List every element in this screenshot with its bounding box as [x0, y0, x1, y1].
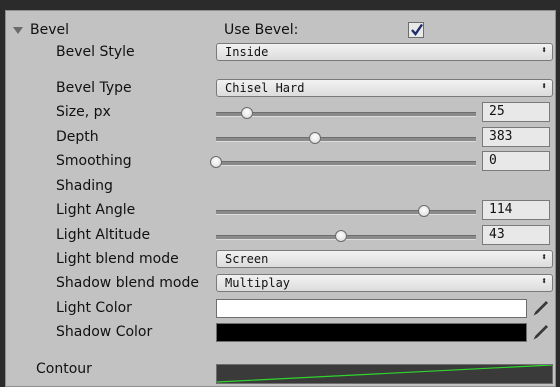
light-angle-row: Light Angle 114	[6, 199, 555, 223]
light-color-label: Light Color	[56, 300, 132, 316]
bevel-type-row: Bevel Type Chisel Hard ⬍	[6, 77, 555, 101]
shading-row: Shading	[6, 175, 555, 199]
light-altitude-value: 43	[489, 227, 505, 242]
bevel-panel: Bevel Use Bevel: Bevel Style Inside ⬍ Be…	[5, 10, 556, 387]
depth-value: 383	[489, 129, 513, 144]
shadow-blend-mode-dropdown[interactable]: Multiplay ⬍	[216, 274, 553, 292]
dropdown-arrows-icon: ⬍	[540, 45, 547, 56]
smoothing-row: Smoothing 0	[6, 150, 555, 174]
use-bevel-label: Use Bevel:	[224, 22, 299, 38]
shadow-blend-mode-row: Shadow blend mode Multiplay ⬍	[6, 272, 555, 296]
smoothing-slider-thumb[interactable]	[210, 156, 222, 168]
shadow-color-label: Shadow Color	[56, 324, 153, 340]
light-altitude-slider[interactable]	[216, 230, 476, 242]
shadow-blend-mode-label: Shadow blend mode	[56, 275, 199, 291]
eyedropper-icon[interactable]	[531, 322, 551, 342]
smoothing-input[interactable]: 0	[482, 151, 550, 171]
smoothing-value: 0	[489, 153, 497, 168]
light-angle-label: Light Angle	[56, 202, 136, 218]
bevel-header-row: Bevel Use Bevel:	[6, 19, 555, 43]
shadow-blend-mode-value: Multiplay	[225, 276, 291, 290]
light-angle-slider[interactable]	[216, 205, 476, 217]
bevel-type-label: Bevel Type	[56, 80, 132, 96]
light-color-row: Light Color	[6, 297, 555, 321]
size-slider[interactable]	[216, 107, 476, 119]
dropdown-arrows-icon: ⬍	[540, 252, 547, 263]
collapse-triangle-icon[interactable]	[13, 27, 23, 34]
section-title: Bevel	[30, 22, 70, 38]
bevel-style-label: Bevel Style	[56, 44, 135, 60]
dropdown-arrows-icon: ⬍	[540, 276, 547, 287]
eyedropper-icon[interactable]	[531, 298, 551, 318]
size-slider-thumb[interactable]	[241, 107, 254, 119]
bevel-type-value: Chisel Hard	[225, 81, 305, 95]
smoothing-slider[interactable]	[210, 156, 476, 168]
light-angle-value: 114	[489, 202, 513, 217]
contour-curve-line	[216, 364, 553, 383]
shadow-color-swatch[interactable]	[216, 323, 527, 342]
size-row: Size, px 25	[6, 101, 555, 125]
dropdown-arrows-icon: ⬍	[540, 81, 547, 92]
bevel-style-dropdown[interactable]: Inside ⬍	[216, 43, 553, 61]
contour-curve	[216, 364, 553, 383]
depth-slider-thumb[interactable]	[308, 132, 321, 144]
smoothing-label: Smoothing	[56, 153, 132, 169]
light-altitude-row: Light Altitude 43	[6, 224, 555, 248]
light-altitude-label: Light Altitude	[56, 227, 151, 243]
light-angle-input[interactable]: 114	[482, 200, 550, 220]
contour-curve-field[interactable]	[216, 364, 553, 384]
bevel-style-value: Inside	[225, 45, 269, 59]
bevel-type-dropdown[interactable]: Chisel Hard ⬍	[216, 79, 553, 97]
light-blend-mode-row: Light blend mode Screen ⬍	[6, 248, 555, 272]
light-color-swatch[interactable]	[216, 299, 527, 318]
depth-label: Depth	[56, 129, 99, 145]
size-value: 25	[489, 104, 505, 119]
light-altitude-input[interactable]: 43	[482, 225, 550, 245]
bevel-style-row: Bevel Style Inside ⬍	[6, 41, 555, 65]
light-angle-slider-thumb[interactable]	[418, 205, 430, 217]
size-input[interactable]: 25	[482, 102, 550, 122]
depth-slider[interactable]	[216, 132, 476, 144]
depth-row: Depth 383	[6, 126, 555, 150]
size-label: Size, px	[56, 104, 111, 120]
shadow-color-row: Shadow Color	[6, 321, 555, 345]
light-blend-mode-value: Screen	[225, 252, 269, 266]
use-bevel-checkbox[interactable]	[408, 22, 424, 38]
shading-label: Shading	[56, 178, 113, 194]
light-altitude-slider-thumb[interactable]	[334, 230, 347, 242]
depth-input[interactable]: 383	[482, 127, 550, 147]
contour-label: Contour	[36, 361, 92, 377]
light-blend-mode-dropdown[interactable]: Screen ⬍	[216, 250, 553, 268]
checkmark-icon	[411, 23, 423, 36]
light-blend-mode-label: Light blend mode	[56, 251, 179, 267]
